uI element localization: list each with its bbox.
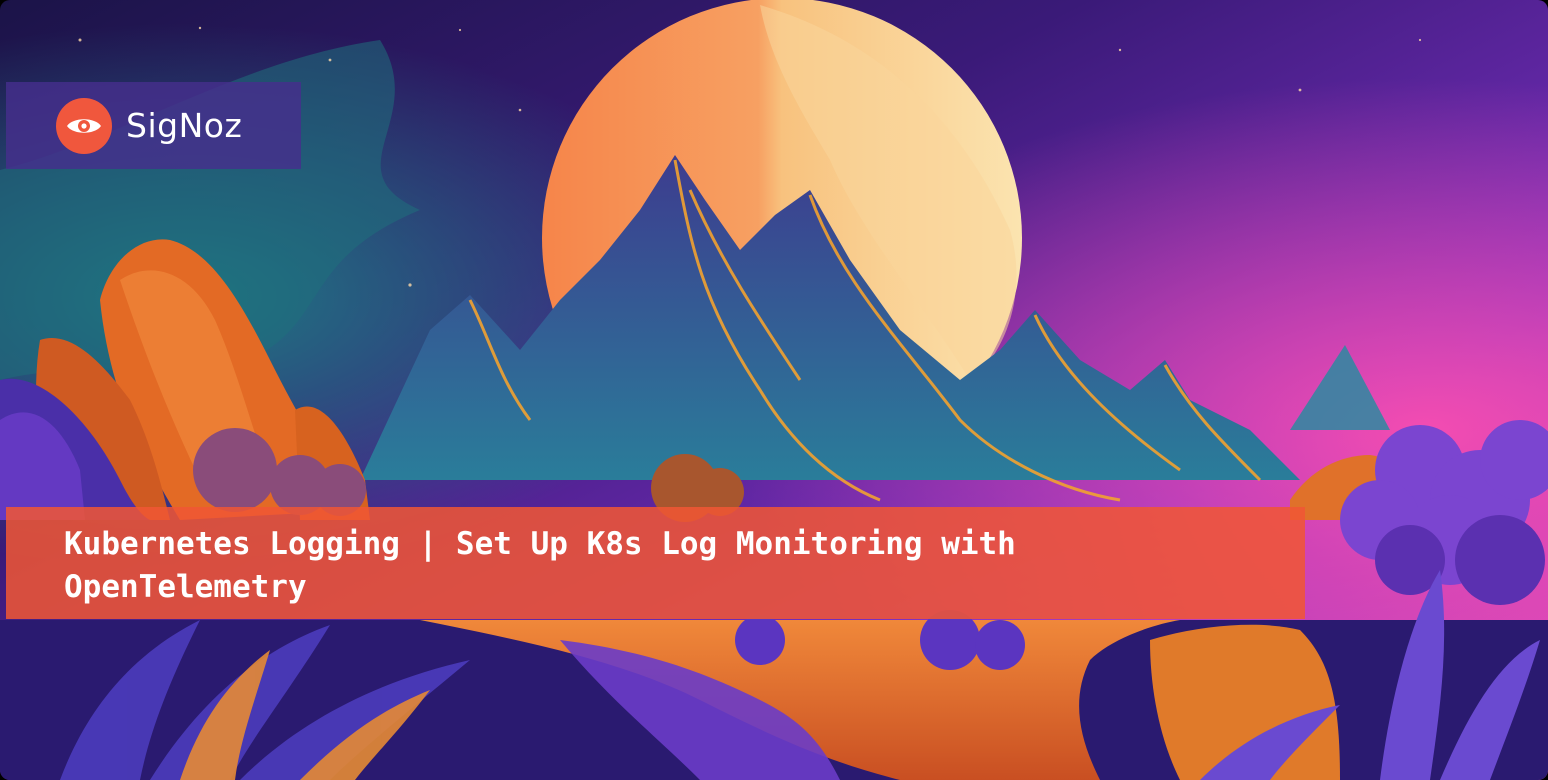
blog-cover-banner: SigNoz Kubernetes Logging | Set Up K8s L…: [0, 0, 1548, 780]
title-banner: Kubernetes Logging | Set Up K8s Log Moni…: [6, 507, 1305, 619]
signoz-eye-icon: [56, 97, 112, 154]
brand-name: SigNoz: [126, 106, 243, 145]
brand-logo-panel: SigNoz: [6, 82, 301, 169]
article-title: Kubernetes Logging | Set Up K8s Log Moni…: [64, 526, 1016, 605]
